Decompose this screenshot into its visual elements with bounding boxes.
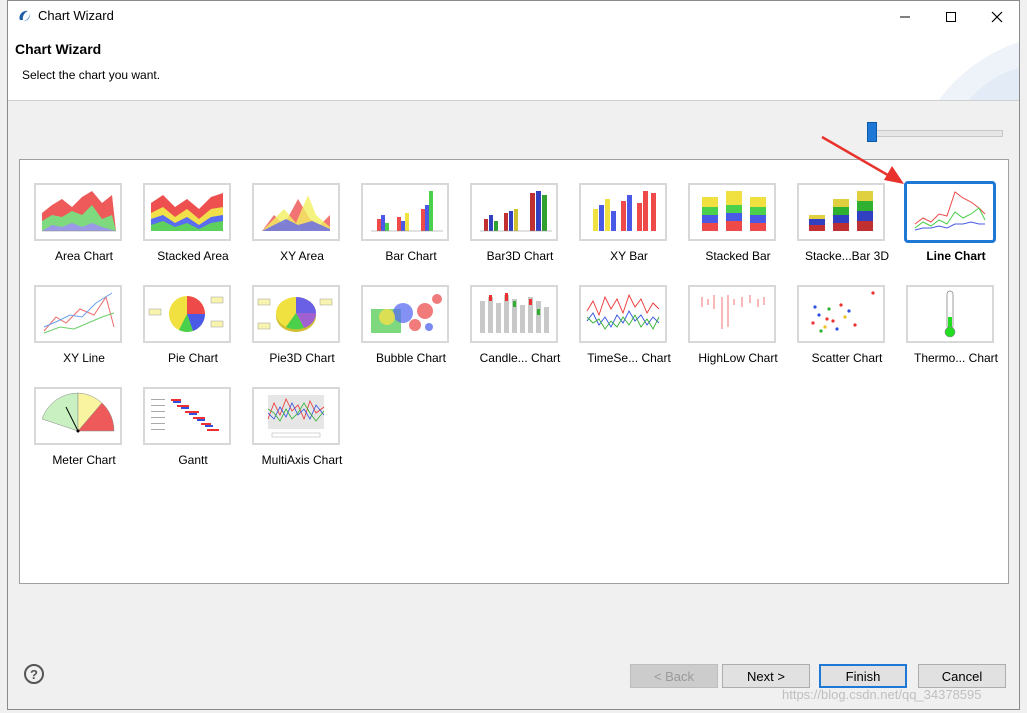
eclipse-app-icon [19, 10, 31, 22]
slider-thumb[interactable] [867, 122, 877, 142]
candlestick-chart-icon [470, 285, 558, 343]
stacked-bar3d-chart-icon [797, 183, 885, 241]
wizard-title: Chart Wizard [15, 41, 102, 57]
minimize-icon [900, 16, 910, 17]
chart-label: Scatter Chart [811, 351, 883, 365]
chart-option-xy-bar[interactable]: XY Bar [566, 165, 670, 263]
help-icon: ? [30, 666, 38, 682]
high-low-chart-icon [688, 285, 776, 343]
xy-area-chart-icon [252, 183, 340, 241]
chart-label: Bar Chart [385, 249, 437, 263]
line-chart-icon [904, 181, 996, 243]
chart-option-area[interactable]: Area Chart [21, 165, 125, 263]
chart-option-gantt[interactable]: Gantt [130, 369, 234, 467]
close-button[interactable] [974, 1, 1020, 32]
xy-bar-chart-icon [579, 183, 667, 241]
chart-label: Pie Chart [167, 351, 219, 365]
watermark: https://blog.csdn.net/qq_34378595 [782, 687, 982, 702]
chart-option-scatter[interactable]: Scatter Chart [784, 267, 888, 365]
meter-chart-icon [34, 387, 122, 445]
chart-option-stacked-bar[interactable]: Stacked Bar [675, 165, 779, 263]
chart-label: TimeSe... Chart [587, 351, 671, 365]
chart-option-bar[interactable]: Bar Chart [348, 165, 452, 263]
chart-option-multi-axis[interactable]: MultiAxis Chart [239, 369, 343, 467]
scatter-chart-icon [797, 285, 885, 343]
finish-button[interactable]: Finish [819, 664, 907, 688]
chart-option-xy-area[interactable]: XY Area [239, 165, 343, 263]
chart-option-candlestick[interactable]: Candle... Chart [457, 267, 561, 365]
title-bar: Chart Wizard [8, 1, 1019, 32]
header-decoration-icon [939, 42, 1019, 100]
maximize-button[interactable] [928, 1, 974, 32]
wizard-message: Select the chart you want. [22, 68, 161, 82]
close-icon [991, 11, 1003, 22]
gantt-chart-icon [143, 387, 231, 445]
chart-label: Stacked Area [157, 249, 229, 263]
chart-option-line[interactable]: Line Chart [893, 165, 997, 263]
thumbnail-size-slider[interactable] [870, 130, 1003, 137]
chart-wizard-dialog: Chart Wizard Chart Wizard Select the cha… [7, 0, 1020, 710]
xy-line-chart-icon [34, 285, 122, 343]
chart-gallery: Area Chart Stacked Area XY Area Bar Char… [19, 159, 1009, 584]
chart-label: Pie3D Chart [269, 351, 335, 365]
chart-label: MultiAxis Chart [261, 453, 343, 467]
next-button[interactable]: Next > [722, 664, 810, 688]
help-button[interactable]: ? [24, 664, 44, 684]
thermometer-chart-icon [906, 285, 994, 343]
chart-label: Stacke...Bar 3D [804, 249, 890, 263]
chart-label: Meter Chart [52, 453, 116, 467]
pie3d-chart-icon [252, 285, 340, 343]
chart-option-stacked-area[interactable]: Stacked Area [130, 165, 234, 263]
minimize-button[interactable] [882, 1, 928, 32]
chart-label: HighLow Chart [698, 351, 778, 365]
back-button[interactable]: < Back [630, 664, 718, 688]
chart-option-pie[interactable]: Pie Chart [130, 267, 234, 365]
window-title: Chart Wizard [38, 8, 114, 23]
wizard-header: Chart Wizard Select the chart you want. [8, 32, 1019, 101]
stacked-area-chart-icon [143, 183, 231, 241]
chart-label: Bar3D Chart [486, 249, 554, 263]
chart-option-high-low[interactable]: HighLow Chart [675, 267, 779, 365]
chart-label: Area Chart [54, 249, 114, 263]
chart-label: XY Area [280, 249, 324, 263]
chart-label: Stacked Bar [705, 249, 771, 263]
chart-label: Bubble Chart [375, 351, 447, 365]
chart-label: Gantt [178, 453, 208, 467]
chart-option-pie3d[interactable]: Pie3D Chart [239, 267, 343, 365]
bar3d-chart-icon [470, 183, 558, 241]
chart-option-time-series[interactable]: TimeSe... Chart [566, 267, 671, 365]
chart-label: Candle... Chart [479, 351, 561, 365]
chart-label: Thermo... Chart [913, 351, 999, 365]
chart-label: XY Bar [610, 249, 648, 263]
chart-option-bar3d[interactable]: Bar3D Chart [457, 165, 561, 263]
chart-option-stacked-bar-3d[interactable]: Stacke...Bar 3D [784, 165, 889, 263]
multi-axis-chart-icon [252, 387, 340, 445]
cancel-button[interactable]: Cancel [918, 664, 1006, 688]
time-series-chart-icon [579, 285, 667, 343]
chart-option-meter[interactable]: Meter Chart [21, 369, 125, 467]
bubble-chart-icon [361, 285, 449, 343]
maximize-icon [946, 11, 956, 22]
chart-label: XY Line [63, 351, 105, 365]
bar-chart-icon [361, 183, 449, 241]
chart-option-thermometer[interactable]: Thermo... Chart [893, 267, 998, 365]
chart-label: Line Chart [926, 249, 986, 263]
pie-chart-icon [143, 285, 231, 343]
chart-option-xy-line[interactable]: XY Line [21, 267, 125, 365]
area-chart-icon [34, 183, 122, 241]
stacked-bar-chart-icon [688, 183, 776, 241]
chart-option-bubble[interactable]: Bubble Chart [348, 267, 452, 365]
